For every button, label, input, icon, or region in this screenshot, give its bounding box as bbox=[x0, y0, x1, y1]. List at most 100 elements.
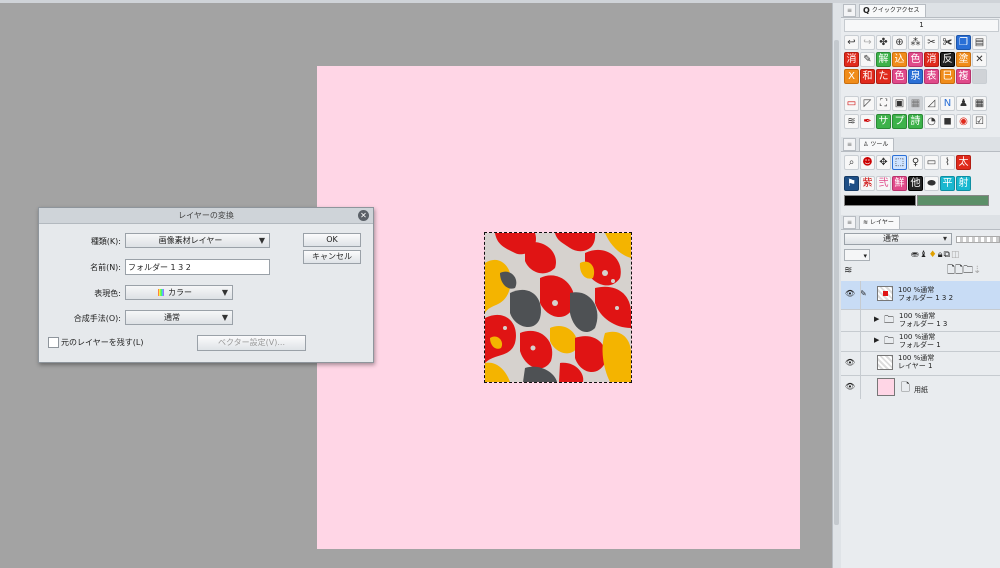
new-folder-icon[interactable]: 🗀︎ bbox=[963, 265, 973, 276]
invert-icon[interactable]: 反 bbox=[940, 52, 955, 67]
table-icon[interactable]: 表 bbox=[924, 69, 939, 84]
layer-color-dropdown[interactable]: ▾ bbox=[844, 249, 870, 261]
ok-button[interactable]: OK bbox=[303, 233, 361, 247]
puppet-icon[interactable]: ✤ bbox=[876, 35, 891, 50]
mask-icon[interactable]: ⛂ bbox=[911, 250, 920, 260]
folder-expand-icon[interactable]: ▶ bbox=[874, 315, 879, 323]
stamp-icon[interactable]: ▦ bbox=[908, 96, 923, 111]
close-x-icon[interactable]: ✕ bbox=[972, 52, 987, 67]
type-dropdown[interactable]: 画像素材レイヤー ▼ bbox=[125, 233, 270, 248]
eye-icon[interactable]: 👁︎ bbox=[844, 375, 856, 399]
keep-original-checkbox[interactable] bbox=[48, 337, 59, 348]
new-raster-layer-icon[interactable]: 🗋︎ bbox=[947, 265, 955, 276]
fill-icon[interactable]: 塗 bbox=[956, 52, 971, 67]
pu-icon[interactable]: プ bbox=[892, 114, 907, 129]
cancel-button[interactable]: キャンセル bbox=[303, 250, 361, 264]
color-icon[interactable]: 色 bbox=[892, 69, 907, 84]
check-icon[interactable]: ☑ bbox=[972, 114, 987, 129]
clip-icon[interactable]: ⧉ bbox=[944, 250, 951, 260]
spring-icon[interactable]: 泉 bbox=[908, 69, 923, 84]
paste-icon[interactable]: ▤ bbox=[972, 35, 987, 50]
copy-icon[interactable]: ❐ bbox=[956, 35, 971, 50]
undo-icon[interactable]: ↩ bbox=[844, 35, 859, 50]
blank-icon[interactable] bbox=[972, 69, 987, 84]
n-icon[interactable]: N bbox=[940, 96, 955, 111]
vector-settings-button[interactable]: ベクター設定(V)... bbox=[197, 335, 306, 351]
flat-icon[interactable]: 平 bbox=[940, 176, 955, 191]
ref-icon[interactable]: ◫ bbox=[951, 250, 961, 260]
poem-icon[interactable]: 詩 bbox=[908, 114, 923, 129]
grid-icon[interactable]: ▦ bbox=[972, 96, 987, 111]
release-icon[interactable]: 解 bbox=[876, 52, 891, 67]
panel-menu-button[interactable]: ≡ bbox=[843, 3, 856, 17]
tab-quick-access[interactable]: Q クイックアクセス bbox=[859, 3, 926, 17]
layer-row-paper[interactable]: 👁︎ 🗋︎ 用紙 bbox=[841, 375, 1000, 400]
duplicate-icon[interactable]: 複 bbox=[956, 69, 971, 84]
layer-row-folder[interactable]: ▶ 🗀︎ 100 %通常 フォルダー 1 3 bbox=[841, 309, 1000, 332]
color-fill-icon[interactable]: 色 bbox=[908, 52, 923, 67]
other-icon[interactable]: 他 bbox=[908, 176, 923, 191]
pin-icon[interactable]: ♦ bbox=[929, 250, 938, 260]
marquee-icon[interactable]: ⬚ bbox=[892, 155, 907, 170]
target-icon[interactable]: ⊕ bbox=[892, 35, 907, 50]
sa-icon[interactable]: サ bbox=[876, 114, 891, 129]
scrollbar-thumb[interactable] bbox=[834, 40, 839, 525]
figure-small-icon[interactable]: ♝ bbox=[920, 250, 929, 260]
eraser-icon[interactable]: ▭ bbox=[924, 155, 939, 170]
dialog-titlebar[interactable]: レイヤーの変換 bbox=[39, 208, 373, 224]
blend-mode-dropdown[interactable]: 通常 ▼ bbox=[125, 310, 233, 325]
zoom-icon[interactable]: ⌕ bbox=[844, 155, 859, 170]
shoot-icon[interactable]: 射 bbox=[956, 176, 971, 191]
brush-icon[interactable]: ✎ bbox=[860, 52, 875, 67]
square-icon[interactable]: ▣ bbox=[892, 96, 907, 111]
flag-icon[interactable]: ⚑ bbox=[844, 176, 859, 191]
erase2-icon[interactable]: 消 bbox=[924, 52, 939, 67]
x-icon[interactable]: X bbox=[844, 69, 859, 84]
erase-icon[interactable]: 消 bbox=[844, 52, 859, 67]
frame-icon[interactable]: ⛶ bbox=[876, 96, 891, 111]
color-wheel-icon[interactable]: ◉ bbox=[956, 114, 971, 129]
ruler-icon[interactable]: ◿ bbox=[924, 96, 939, 111]
camouflage-image-layer-content[interactable] bbox=[484, 232, 632, 383]
bold-icon[interactable]: 太 bbox=[956, 155, 971, 170]
include-icon[interactable]: 込 bbox=[892, 52, 907, 67]
quick-access-set-selector[interactable]: 1 bbox=[844, 19, 999, 32]
expression-color-dropdown[interactable]: カラー ▼ bbox=[125, 285, 233, 300]
layer-blend-mode-dropdown[interactable]: 通常 ▾ bbox=[844, 233, 952, 245]
layer-row-raster[interactable]: 👁︎ 100 %通常 レイヤー 1 bbox=[841, 351, 1000, 376]
tab-layer[interactable]: ≋ レイヤー bbox=[859, 215, 900, 229]
selection-icon[interactable]: ◸ bbox=[860, 96, 875, 111]
folder-expand-icon[interactable]: ▶ bbox=[874, 336, 879, 344]
layer-panel-layers-icon[interactable]: ≋ bbox=[844, 265, 858, 277]
shape-icon[interactable]: ▭ bbox=[844, 96, 859, 111]
move-icon[interactable]: ✥ bbox=[876, 155, 891, 170]
layer-row-selected[interactable]: 👁︎ ✎ 100 %通常 フォルダー 1 3 2 bbox=[841, 281, 1000, 310]
eye-icon[interactable]: 👁︎ bbox=[844, 351, 856, 375]
purple-icon[interactable]: 紫 bbox=[860, 176, 875, 191]
sub-color-swatch[interactable] bbox=[917, 195, 989, 206]
cut2-icon[interactable]: ✂ bbox=[924, 35, 939, 50]
transfer-icon[interactable]: ⇣ bbox=[973, 265, 981, 276]
palette-icon[interactable]: ◼ bbox=[940, 114, 955, 129]
pen-icon[interactable]: ✒ bbox=[860, 114, 875, 129]
feather-icon[interactable]: ⌇ bbox=[940, 155, 955, 170]
tab-tool[interactable]: ♙ ツール bbox=[859, 137, 895, 151]
main-color-swatch[interactable] bbox=[844, 195, 916, 206]
new-vector-layer-icon[interactable]: 🗋︎ bbox=[955, 265, 963, 276]
panel-menu-button[interactable]: ≡ bbox=[843, 137, 856, 151]
character-icon[interactable]: ☻ bbox=[860, 155, 875, 170]
scissors-icon[interactable]: ✀ bbox=[940, 35, 955, 50]
panel-menu-button[interactable]: ≡ bbox=[843, 215, 856, 229]
name-input[interactable] bbox=[125, 259, 270, 275]
second-icon[interactable]: 弐 bbox=[876, 176, 891, 191]
gauge-icon[interactable]: ◔ bbox=[924, 114, 939, 129]
layer-row-folder[interactable]: ▶ 🗀︎ 100 %通常 フォルダー 1 bbox=[841, 331, 1000, 352]
girl-icon[interactable]: ♀ bbox=[908, 155, 923, 170]
vivid-icon[interactable]: 鮮 bbox=[892, 176, 907, 191]
cut-icon[interactable]: ⁂ bbox=[908, 35, 923, 50]
blob-icon[interactable]: ⬬ bbox=[924, 176, 939, 191]
eye-icon[interactable]: 👁︎ bbox=[844, 281, 856, 307]
redo-icon[interactable]: ↪ bbox=[860, 35, 875, 50]
layers-icon[interactable]: ≋ bbox=[844, 114, 859, 129]
layer-opacity-slider[interactable] bbox=[956, 236, 1000, 243]
